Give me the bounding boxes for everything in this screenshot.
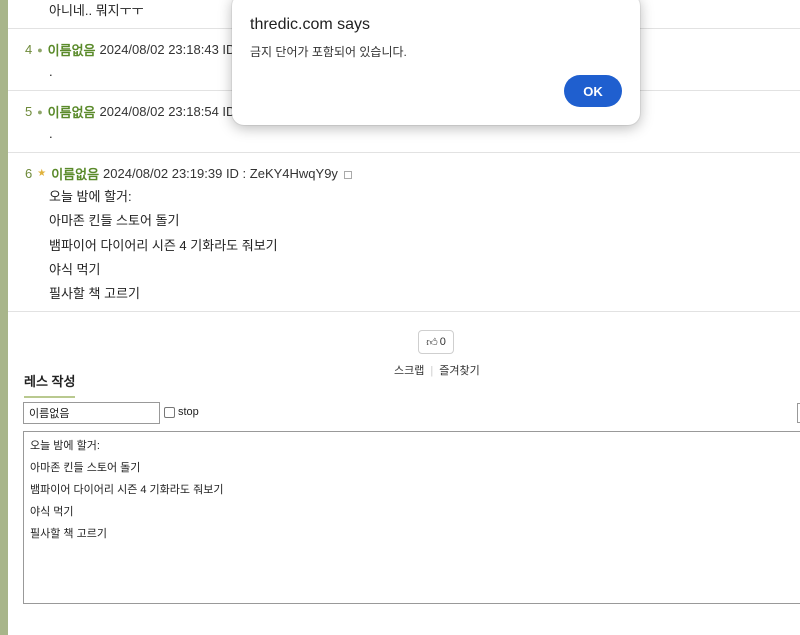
stop-checkbox[interactable] — [164, 406, 175, 418]
alert-dialog: thredic.com says 금지 단어가 포함되어 있습니다. OK — [232, 0, 640, 125]
star-icon: ★ — [37, 168, 47, 179]
post-body-line: 아니네.. 뭐지ㅜㅜ — [49, 3, 144, 18]
stop-option[interactable]: stop — [164, 406, 199, 418]
post-body-line: . — [49, 64, 53, 79]
post-date: 2024/08/02 23:19:39 ID : ZeKY4HwqY9y — [103, 166, 338, 181]
post-body-line: . — [49, 126, 53, 141]
textarea-line: 오늘 밤에 할거: — [30, 440, 100, 452]
status-dot-icon: ● — [37, 106, 43, 117]
post-header: 6 ★ 이름없음 2024/08/02 23:19:39 ID : ZeKY4H… — [25, 164, 352, 183]
post-body-line: 뱀파이어 다이어리 시즌 4 기화라도 줘보기 — [49, 238, 278, 253]
post-date: 2024/08/02 23:18:43 ID — [99, 42, 236, 57]
post-number[interactable]: 6 — [25, 166, 32, 181]
post-number[interactable]: 5 — [25, 104, 32, 119]
post-body-line: 오늘 밤에 할거: — [49, 189, 132, 204]
post-body-line: 필사할 책 고르기 — [49, 286, 140, 301]
post-body-line: 아마존 킨들 스토어 돌기 — [49, 213, 180, 228]
ok-button[interactable]: OK — [564, 75, 622, 107]
post-author: 이름없음 — [51, 167, 100, 182]
name-input[interactable] — [23, 402, 160, 424]
textarea-line: 아마존 킨들 스토어 돌기 — [30, 462, 141, 474]
textarea-line: 필사할 책 고르기 — [30, 528, 107, 540]
post-header: 4 ● 이름없음 2024/08/02 23:18:43 ID — [25, 40, 235, 59]
post-date: 2024/08/02 23:18:54 ID — [99, 104, 236, 119]
post-number[interactable]: 4 — [25, 42, 32, 57]
divider: | — [430, 365, 434, 377]
favorite-link[interactable]: 즐겨찾기 — [439, 365, 479, 377]
like-button[interactable]: 👍︎ 0 — [418, 330, 454, 354]
post-author: 이름없음 — [47, 105, 96, 120]
stop-label: stop — [178, 406, 199, 418]
left-side-bar — [0, 0, 8, 635]
like-count: 0 — [439, 336, 446, 348]
reply-textarea[interactable]: 오늘 밤에 할거: 아마존 킨들 스토어 돌기 뱀파이어 다이어리 시즌 4 기… — [23, 431, 800, 604]
copy-id-icon[interactable] — [343, 170, 352, 179]
textarea-line: 야식 먹기 — [30, 506, 74, 518]
status-dot-icon: ● — [37, 44, 43, 55]
thumbs-up-icon: 👍︎ — [426, 336, 438, 349]
thread-actions: 스크랩 | 즐겨찾기 — [394, 362, 480, 378]
textarea-line: 뱀파이어 다이어리 시즌 4 기화라도 줘보기 — [30, 484, 224, 496]
reply-form-title: 레스 작성 — [24, 371, 76, 398]
dialog-title: thredic.com says — [250, 16, 371, 33]
dialog-message: 금지 단어가 포함되어 있습니다. — [250, 45, 407, 59]
post-6: 6 ★ 이름없음 2024/08/02 23:19:39 ID : ZeKY4H… — [8, 153, 800, 312]
post-author: 이름없음 — [47, 43, 96, 58]
post-body-line: 야식 먹기 — [49, 262, 101, 277]
post-header: 5 ● 이름없음 2024/08/02 23:18:54 ID — [25, 102, 235, 121]
scrap-link[interactable]: 스크랩 — [394, 365, 424, 377]
